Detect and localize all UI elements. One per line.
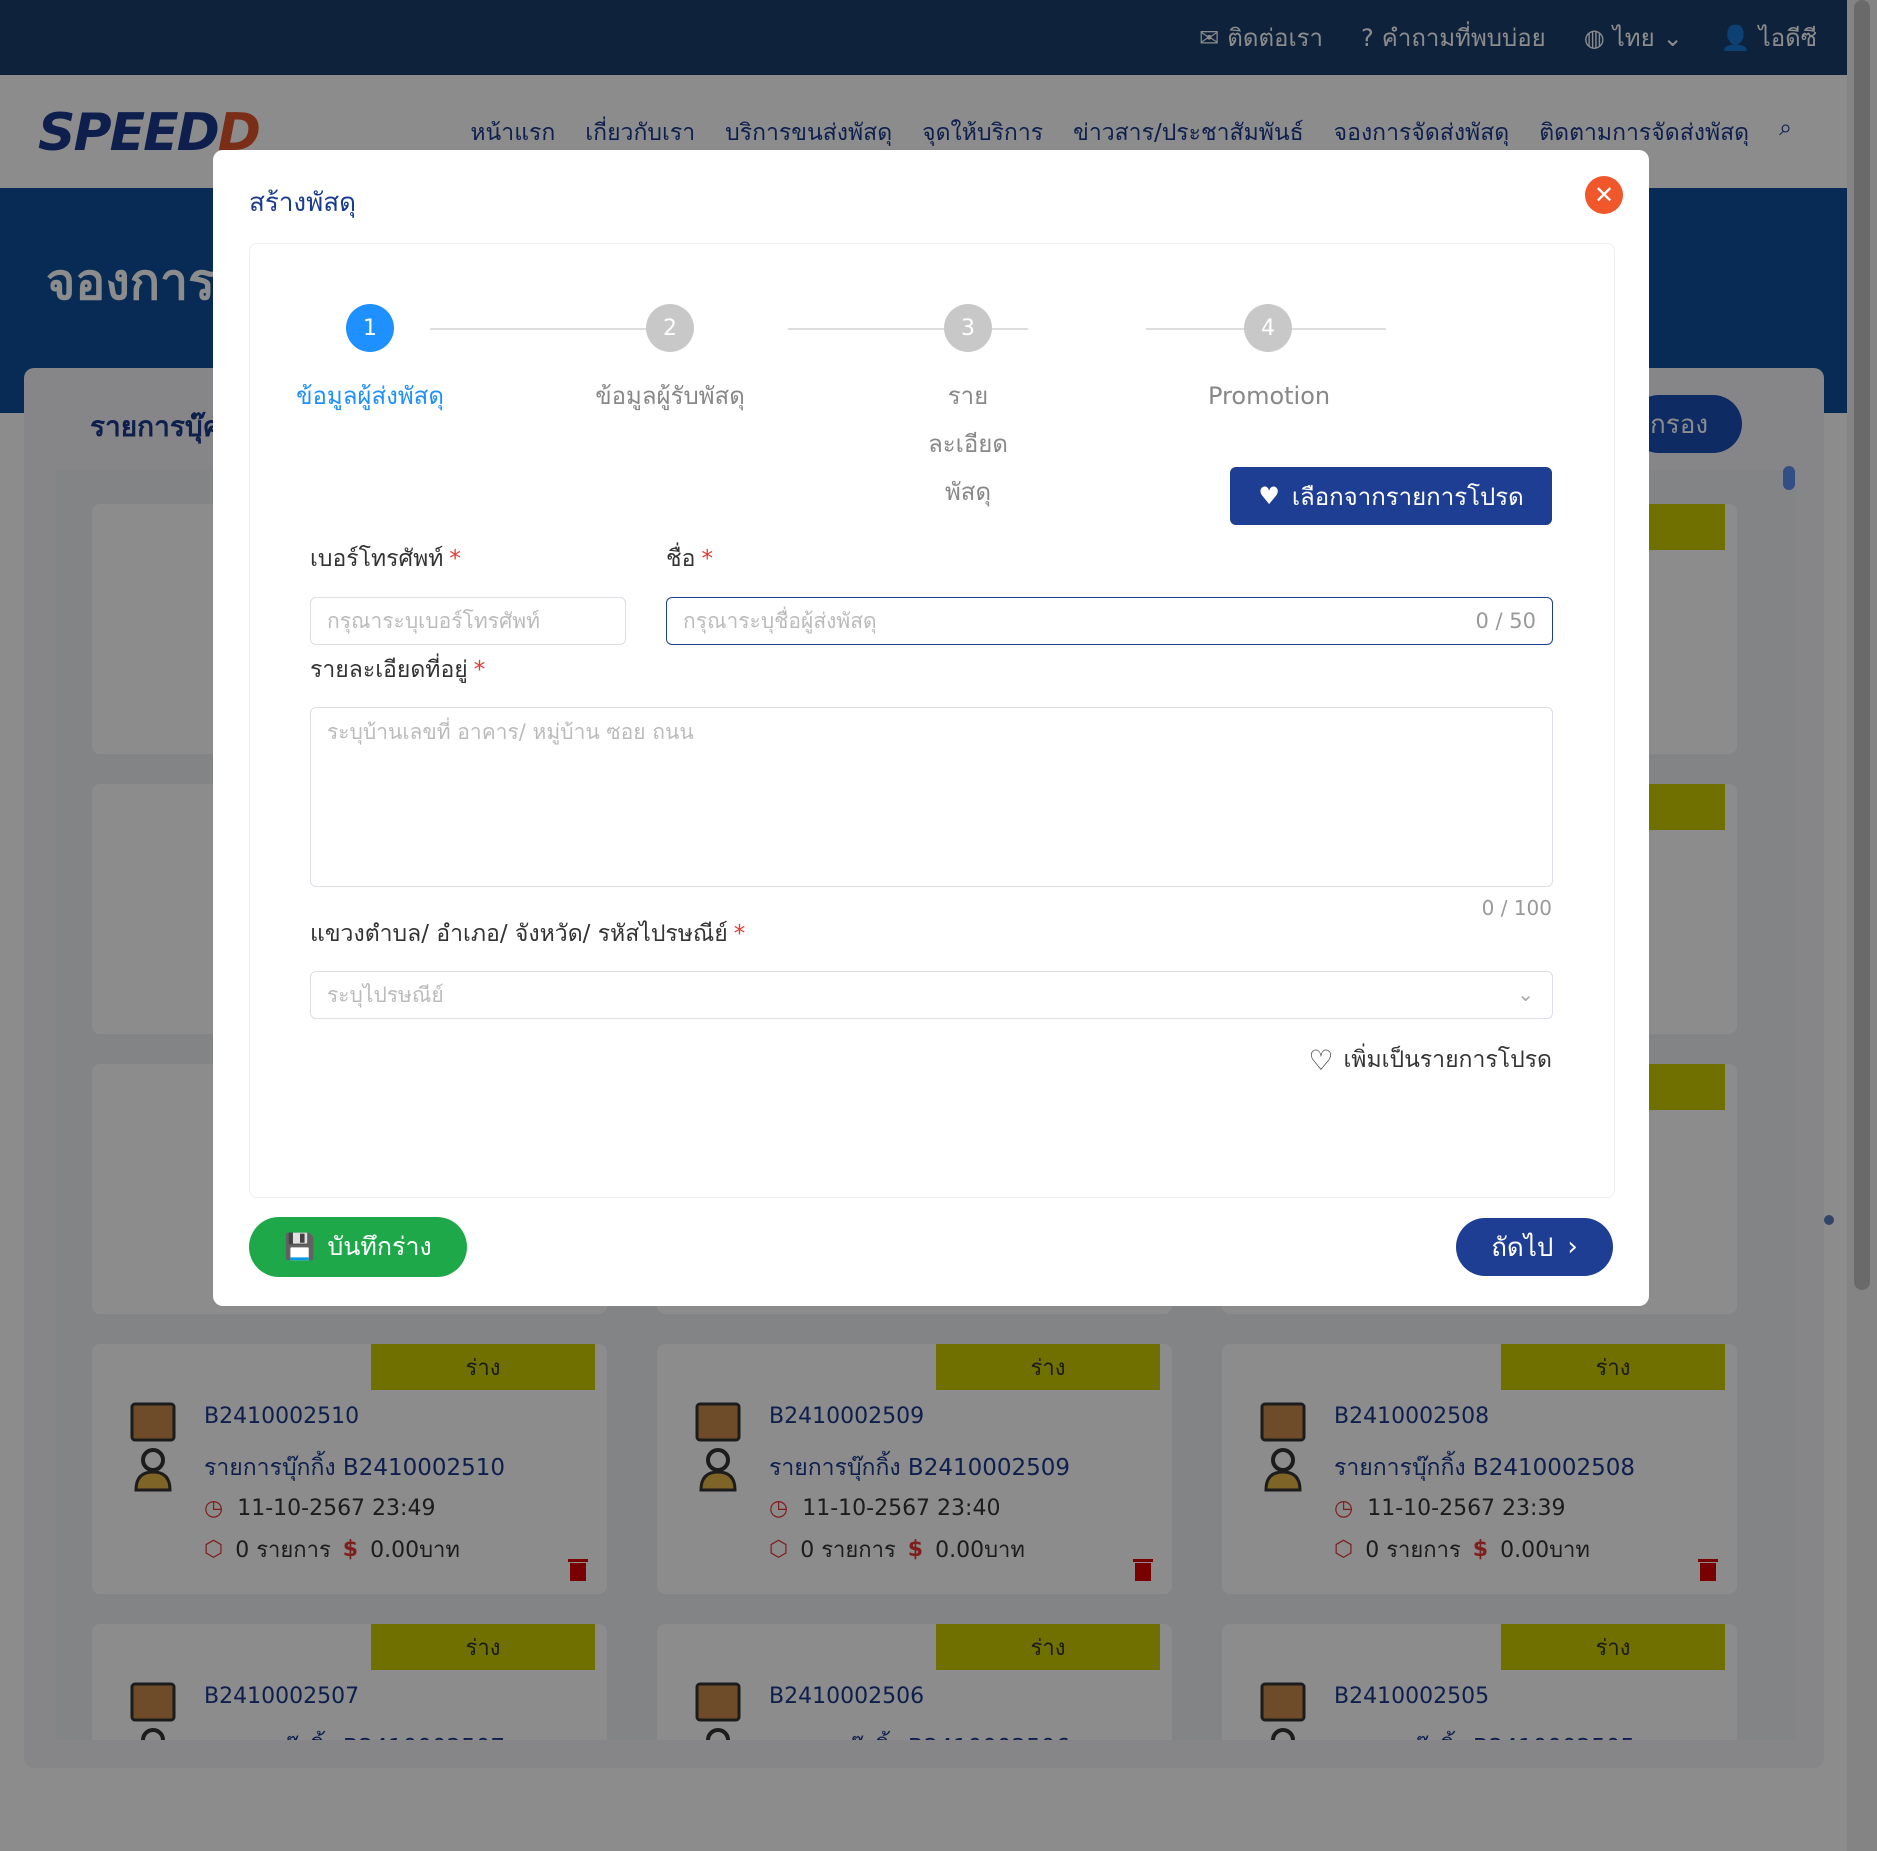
modal-title: สร้างพัสดุ bbox=[249, 188, 357, 218]
name-label: ชื่อ * bbox=[666, 546, 713, 572]
step-4[interactable]: 4 Promotion bbox=[1208, 304, 1331, 420]
close-icon[interactable]: ✕ bbox=[1585, 176, 1623, 214]
heart-outline-icon: ♡ bbox=[1308, 1043, 1334, 1077]
step-label: Promotion bbox=[1208, 382, 1331, 410]
phone-input[interactable]: กรุณาระบุเบอร์โทรศัพท์ bbox=[310, 597, 626, 645]
name-counter: 0 / 50 bbox=[1475, 609, 1536, 633]
add-to-favorites-toggle[interactable]: ♡ เพิ่มเป็นรายการโปรด bbox=[1308, 1042, 1552, 1078]
next-button[interactable]: ถัดไป › bbox=[1456, 1218, 1613, 1276]
chevron-right-icon: › bbox=[1567, 1232, 1578, 1262]
address-counter: 0 / 100 bbox=[1481, 896, 1552, 920]
area-label: แขวงตำบล/ อำเภอ/ จังหวัด/ รหัสไปรษณีย์ * bbox=[310, 921, 746, 947]
step-number: 4 bbox=[1244, 304, 1292, 352]
select-from-favorites-button[interactable]: ♥ เลือกจากรายการโปรด bbox=[1230, 467, 1552, 525]
form-container: 1 ข้อมูลผู้ส่งพัสดุ 2 ข้อมูลผู้รับพัสดุ … bbox=[249, 243, 1615, 1198]
phone-label: เบอร์โทรศัพท์ * bbox=[310, 546, 461, 572]
step-2[interactable]: 2 ข้อมูลผู้รับพัสดุ bbox=[580, 304, 760, 420]
step-number: 3 bbox=[944, 304, 992, 352]
chevron-down-icon: ⌄ bbox=[1517, 982, 1534, 1006]
step-number: 1 bbox=[346, 304, 394, 352]
create-parcel-modal: สร้างพัสดุ ✕ 1 ข้อมูลผู้ส่งพัสดุ 2 ข้อมู… bbox=[213, 150, 1649, 1306]
step-label: ข้อมูลผู้รับพัสดุ bbox=[595, 382, 745, 410]
step-label: ข้อมูลผู้ส่งพัสดุ bbox=[296, 382, 444, 410]
stepper: 1 ข้อมูลผู้ส่งพัสดุ 2 ข้อมูลผู้รับพัสดุ … bbox=[250, 304, 1614, 506]
step-3[interactable]: 3 รายละเอียด พัสดุ bbox=[908, 304, 1028, 516]
name-input[interactable]: กรุณาระบุชื่อผู้ส่งพัสดุ 0 / 50 bbox=[666, 597, 1553, 645]
address-label: รายละเอียดที่อยู่ * bbox=[310, 657, 486, 683]
step-label: รายละเอียด พัสดุ bbox=[928, 382, 1008, 506]
step-number: 2 bbox=[646, 304, 694, 352]
floppy-disk-icon: 💾 bbox=[284, 1232, 316, 1261]
postal-select[interactable]: ระบุไปรษณีย์ ⌄ bbox=[310, 971, 1553, 1019]
step-1[interactable]: 1 ข้อมูลผู้ส่งพัสดุ bbox=[280, 304, 460, 420]
save-draft-button[interactable]: 💾 บันทึกร่าง bbox=[249, 1217, 467, 1277]
heart-icon: ♥ bbox=[1258, 482, 1280, 510]
address-textarea[interactable]: ระบุบ้านเลขที่ อาคาร/ หมู่บ้าน ซอย ถนน bbox=[310, 707, 1553, 887]
